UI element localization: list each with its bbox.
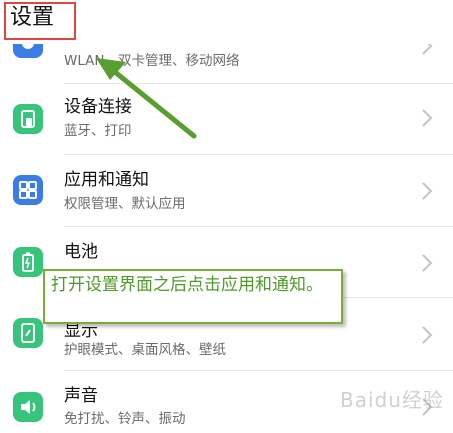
- annotation-arrow: [96, 58, 197, 139]
- watermark-logo: Baidu经验: [340, 388, 444, 412]
- annotation-callout: 打开设置界面之后点击应用和通知。: [43, 269, 343, 324]
- callout-text: 打开设置界面之后点击应用和通知。: [51, 275, 323, 295]
